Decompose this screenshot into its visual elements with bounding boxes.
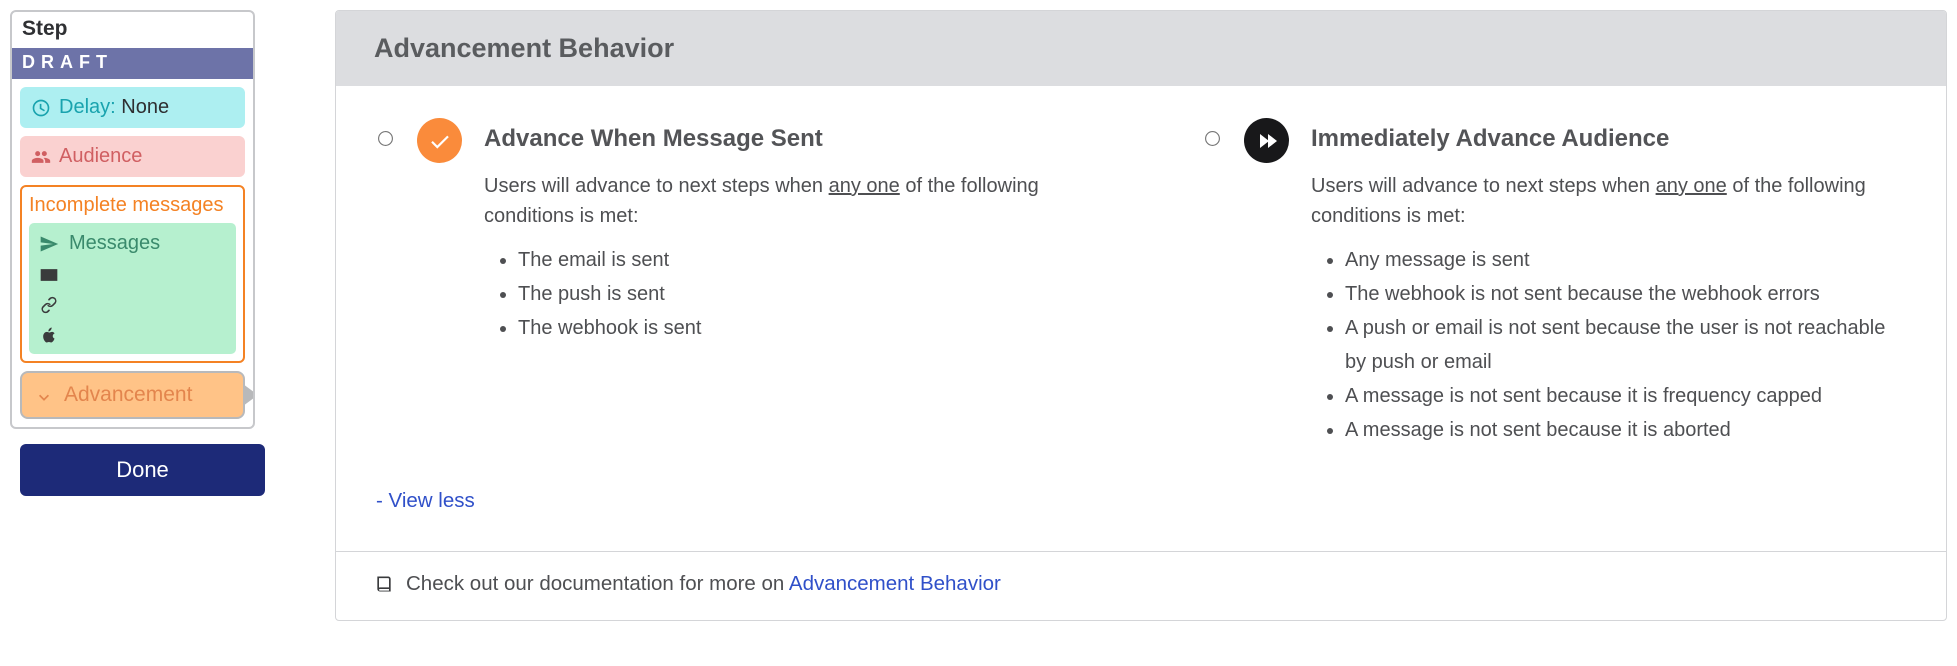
channel-email[interactable] [39,265,226,285]
advancement-pill[interactable]: Advancement [20,371,245,419]
panel-body: Advance When Message Sent Users will adv… [336,86,1946,551]
footer-text: Check out our documentation for more on … [406,572,1001,596]
bullet: The webhook is not sent because the webh… [1345,277,1908,311]
view-less-link[interactable]: - View less [376,489,475,512]
option-bullets: Any message is sent The webhook is not s… [1311,243,1908,447]
panel-footer: Check out our documentation for more on … [336,551,1946,620]
option-intro: Users will advance to next steps when an… [484,171,1081,231]
bullet: The push is sent [518,277,1081,311]
bullet: A message is not sent because it is freq… [1345,379,1908,413]
paper-plane-icon [39,234,59,254]
delay-pill[interactable]: Delay: None [20,87,245,128]
step-title: Step [12,12,253,48]
option-immediately-advance: Immediately Advance Audience Users will … [1201,120,1908,447]
advancement-label: Advancement [64,383,192,407]
messages-box[interactable]: Messages [29,223,236,354]
options-row: Advance When Message Sent Users will adv… [374,120,1908,447]
step-card: Step DRAFT Delay: None Audience Incomp [10,10,255,429]
channel-webhook[interactable] [39,295,226,315]
bullet: The email is sent [518,243,1081,277]
messages-label: Messages [69,232,160,255]
channel-apple[interactable] [39,325,226,345]
view-less-row: - View less [376,489,1908,513]
radio-advance-when-sent[interactable] [378,131,393,146]
envelope-icon [39,265,59,285]
link-icon [39,295,59,315]
option-advance-when-sent: Advance When Message Sent Users will adv… [374,120,1081,345]
step-body: Delay: None Audience Incomplete messages [12,79,253,427]
fast-forward-icon [1244,118,1289,163]
advancement-panel: Advancement Behavior Advance When Messag… [335,10,1947,621]
sidebar-column: Step DRAFT Delay: None Audience Incomp [10,10,275,506]
audience-pill[interactable]: Audience [20,136,245,177]
draft-status-bar: DRAFT [12,48,253,79]
footer-link[interactable]: Advancement Behavior [789,572,1001,595]
bullet: A message is not sent because it is abor… [1345,413,1908,447]
option-intro: Users will advance to next steps when an… [1311,171,1908,231]
bullet: The webhook is sent [518,311,1081,345]
bullet: A push or email is not sent because the … [1345,311,1908,379]
app-root: Step DRAFT Delay: None Audience Incomp [0,0,1957,631]
users-icon [31,147,51,167]
check-circle-icon [417,118,462,163]
option-title: Advance When Message Sent [484,125,1081,153]
book-icon [374,574,394,594]
done-button[interactable]: Done [20,444,265,496]
radio-immediately-advance[interactable] [1205,131,1220,146]
arrow-down-icon [34,385,54,405]
audience-label: Audience [59,145,142,168]
bullet: Any message is sent [1345,243,1908,277]
panel-header: Advancement Behavior [336,11,1946,86]
messages-block: Incomplete messages Messages [20,185,245,363]
option-title: Immediately Advance Audience [1311,125,1908,153]
incomplete-messages-title: Incomplete messages [29,194,236,217]
clock-icon [31,98,51,118]
apple-icon [39,325,59,345]
option-bullets: The email is sent The push is sent The w… [484,243,1081,345]
delay-label: Delay: None [59,96,169,119]
messages-row[interactable]: Messages [39,232,226,255]
